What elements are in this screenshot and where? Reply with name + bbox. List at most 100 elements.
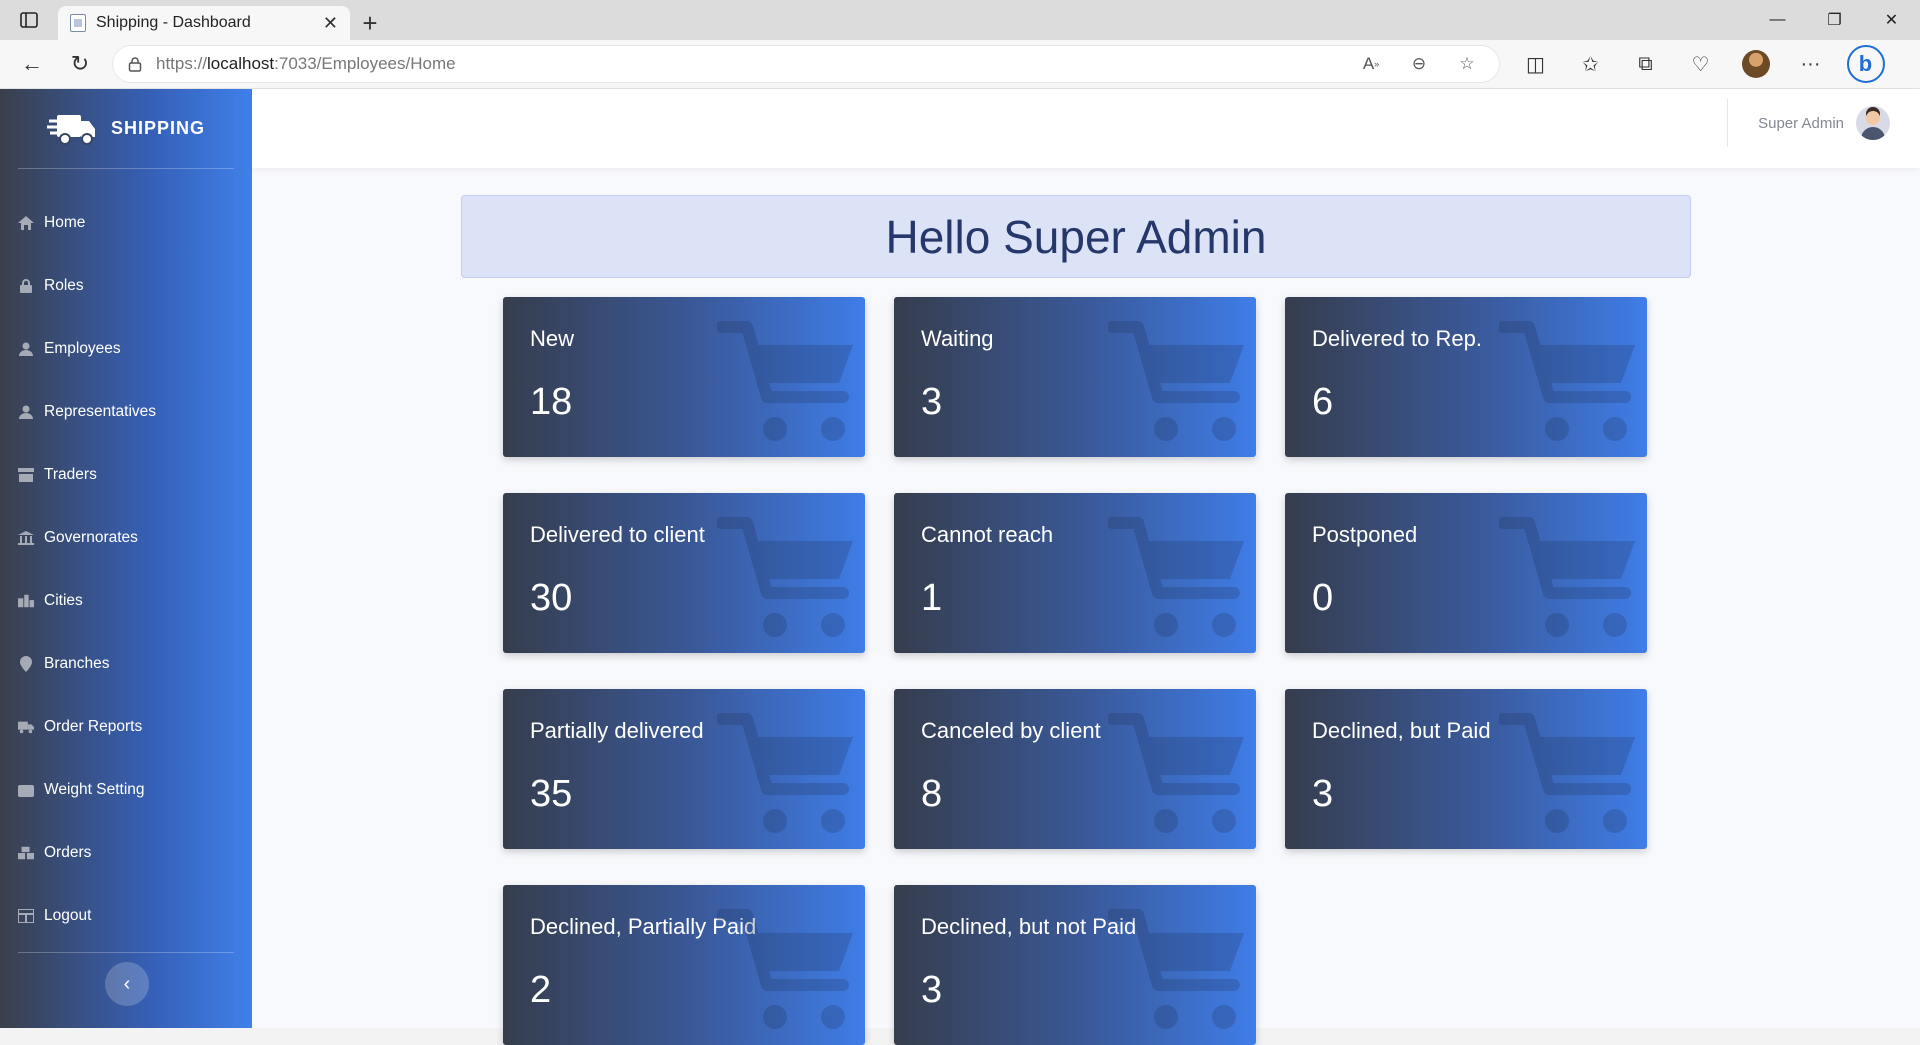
status-card-label: Waiting xyxy=(921,326,994,351)
browser-essentials-icon[interactable]: ♡ xyxy=(1673,44,1728,84)
browser-tab[interactable]: Shipping - Dashboard ✕ xyxy=(58,6,350,40)
address-bar-row: ← ↻ https://localhost:7033/Employees/Hom… xyxy=(0,40,1920,89)
sidebar-item-traders[interactable]: Traders xyxy=(0,443,252,506)
sidebar-item-logout[interactable]: Logout xyxy=(0,884,252,947)
sidebar-divider xyxy=(18,952,234,953)
sidebar-item-orders[interactable]: Orders xyxy=(0,821,252,884)
status-card[interactable]: Declined, but Paid 3 xyxy=(1285,689,1647,849)
url-text[interactable]: https://localhost:7033/Employees/Home xyxy=(156,54,1340,74)
collections-icon[interactable]: ⧉ xyxy=(1618,44,1673,84)
profile-avatar[interactable] xyxy=(1728,44,1783,84)
lock-icon xyxy=(18,278,34,294)
restore-icon[interactable]: ❐ xyxy=(1806,0,1863,40)
sidebar-item-governorates[interactable]: Governorates xyxy=(0,506,252,569)
brand[interactable]: SHIPPING xyxy=(18,89,234,169)
close-window-icon[interactable]: ✕ xyxy=(1863,0,1920,40)
sidebar-item-order-reports[interactable]: Order Reports xyxy=(0,695,252,758)
status-card-label: Canceled by client xyxy=(921,718,1101,743)
sidebar-toggle-icon[interactable] xyxy=(0,0,58,40)
sidebar-item-label: Weight Setting xyxy=(44,780,145,798)
shopping-cart-icon xyxy=(1108,909,1244,1029)
status-card-count: 0 xyxy=(1312,577,1334,619)
status-card-count: 35 xyxy=(530,773,573,815)
sidebar-item-employees[interactable]: Employees xyxy=(0,317,252,380)
status-card[interactable]: Postponed 0 xyxy=(1285,493,1647,653)
status-card[interactable]: Cannot reach 1 xyxy=(894,493,1256,653)
profile-avatar-icon xyxy=(1741,50,1770,78)
browser-tab-strip: Shipping - Dashboard ✕ + ― ❐ ✕ xyxy=(0,0,1920,40)
user-icon xyxy=(18,404,34,420)
shopping-cart-icon xyxy=(1108,517,1244,637)
copilot-button[interactable]: b xyxy=(1838,44,1893,84)
status-card-label: Postponed xyxy=(1312,522,1418,547)
address-bar[interactable]: https://localhost:7033/Employees/Home A»… xyxy=(112,45,1500,83)
sidebar-collapse-button[interactable]: ‹ xyxy=(105,962,149,1006)
shopping-cart-icon xyxy=(1499,321,1635,441)
tab-title: Shipping - Dashboard xyxy=(96,14,251,31)
status-card-count: 8 xyxy=(921,773,943,815)
user-menu[interactable]: Super Admin xyxy=(1727,99,1890,147)
sidebar-item-label: Employees xyxy=(44,339,121,357)
sidebar-item-label: Representatives xyxy=(44,402,157,420)
greeting-banner: Hello Super Admin xyxy=(461,195,1691,278)
close-tab-icon[interactable]: ✕ xyxy=(323,13,338,34)
status-card[interactable]: Declined, Partially Paid 2 xyxy=(503,885,865,1045)
browser-toolbar: ◫ ✩ ⧉ ♡ ··· b xyxy=(1508,44,1893,84)
favorite-star-icon[interactable]: ☆ xyxy=(1450,54,1484,74)
topbar: Super Admin xyxy=(252,89,1920,168)
status-card-label: Delivered to client xyxy=(530,522,705,547)
split-screen-icon[interactable]: ◫ xyxy=(1508,44,1563,84)
status-card[interactable]: Canceled by client 8 xyxy=(894,689,1256,849)
chevron-left-icon: ‹ xyxy=(123,972,131,995)
boxes-icon xyxy=(18,845,34,861)
truck-icon xyxy=(18,719,34,735)
shopping-cart-icon xyxy=(1499,517,1635,637)
user-icon xyxy=(18,341,34,357)
status-card-count: 3 xyxy=(921,381,943,423)
status-card[interactable]: Partially delivered 35 xyxy=(503,689,865,849)
truck-logo-icon xyxy=(46,114,95,145)
app-root: SHIPPING Home Roles Employees Representa… xyxy=(0,89,1920,1045)
status-card[interactable]: Declined, but not Paid 3 xyxy=(894,885,1256,1045)
favorites-icon[interactable]: ✩ xyxy=(1563,44,1618,84)
back-icon[interactable]: ← xyxy=(8,44,56,84)
sidebar: SHIPPING Home Roles Employees Representa… xyxy=(0,89,252,1028)
refresh-icon[interactable]: ↻ xyxy=(56,44,104,84)
sidebar-item-label: Branches xyxy=(44,654,110,672)
read-aloud-icon[interactable]: A» xyxy=(1354,54,1388,74)
main-content: Super Admin Hello Super Admin New 18 Wai… xyxy=(252,89,1920,1045)
user-name: Super Admin xyxy=(1758,114,1844,132)
map-pin-icon xyxy=(18,655,34,672)
status-card[interactable]: New 18 xyxy=(503,297,865,457)
status-card-count: 30 xyxy=(530,577,573,619)
sidebar-item-label: Cities xyxy=(44,591,83,609)
new-tab-icon[interactable]: + xyxy=(350,6,390,40)
zoom-out-icon[interactable]: ⊖ xyxy=(1402,54,1436,74)
sidebar-item-label: Orders xyxy=(44,843,92,861)
status-card[interactable]: Delivered to client 30 xyxy=(503,493,865,653)
status-card[interactable]: Delivered to Rep. 6 xyxy=(1285,297,1647,457)
status-cards-grid: New 18 Waiting 3 Delivered to Rep. 6 Del… xyxy=(503,297,1647,1045)
shopping-cart-icon xyxy=(1108,713,1244,833)
window-controls: ― ❐ ✕ xyxy=(1749,0,1920,40)
sidebar-item-roles[interactable]: Roles xyxy=(0,254,252,317)
minimize-icon[interactable]: ― xyxy=(1749,0,1806,40)
status-card-count: 3 xyxy=(1312,773,1334,815)
more-menu-icon[interactable]: ··· xyxy=(1783,44,1838,84)
shopping-cart-icon xyxy=(717,517,853,637)
status-card[interactable]: Waiting 3 xyxy=(894,297,1256,457)
status-card-label: Declined, but Paid xyxy=(1312,718,1491,743)
lock-icon[interactable] xyxy=(128,56,142,72)
status-card-label: New xyxy=(530,326,575,351)
sidebar-nav: Home Roles Employees Representatives Tra… xyxy=(0,191,252,947)
status-card-label: Delivered to Rep. xyxy=(1312,326,1482,351)
shopping-cart-icon xyxy=(1499,713,1635,833)
sidebar-item-weight-setting[interactable]: Weight Setting xyxy=(0,758,252,821)
sidebar-item-branches[interactable]: Branches xyxy=(0,632,252,695)
sidebar-item-cities[interactable]: Cities xyxy=(0,569,252,632)
sidebar-item-home[interactable]: Home xyxy=(0,191,252,254)
status-card-count: 18 xyxy=(530,381,573,423)
sidebar-item-representatives[interactable]: Representatives xyxy=(0,380,252,443)
sidebar-item-label: Logout xyxy=(44,906,92,924)
shopping-cart-icon xyxy=(717,321,853,441)
